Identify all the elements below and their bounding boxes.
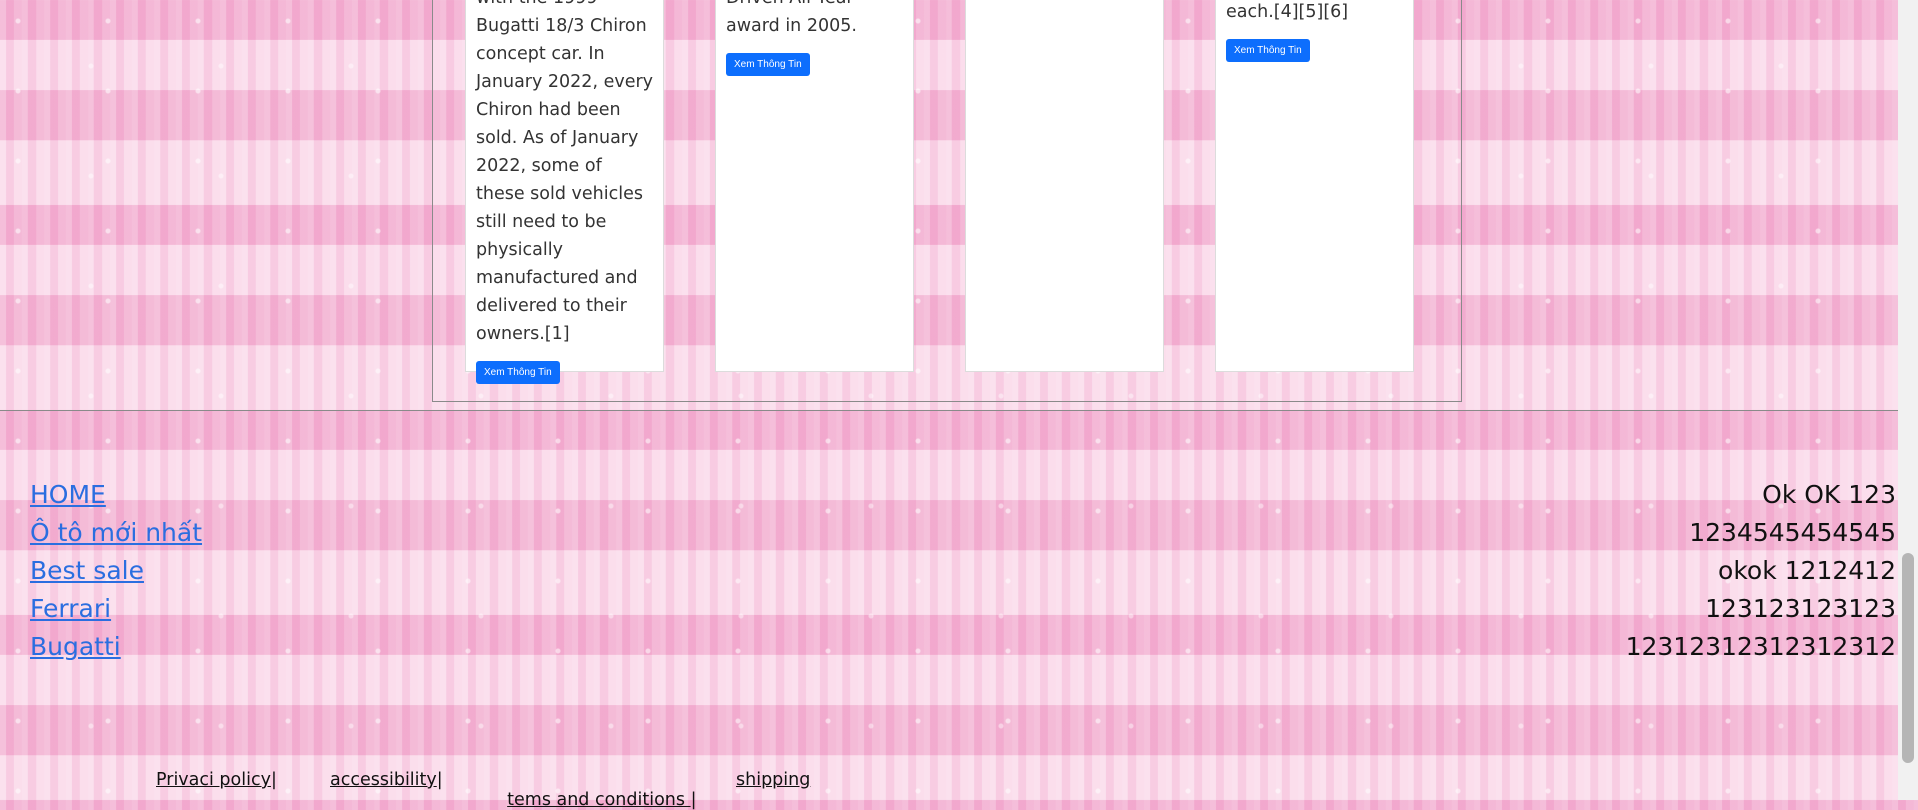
product-card bbox=[965, 0, 1164, 372]
footer-info-line: 123123123123 bbox=[1705, 594, 1896, 623]
footer-link-best-sale[interactable]: Best sale bbox=[30, 552, 202, 590]
separator: | bbox=[690, 790, 697, 810]
terms-link[interactable]: tems and conditions bbox=[507, 790, 690, 810]
separator: | bbox=[270, 770, 277, 790]
accessibility-link[interactable]: accessibility bbox=[330, 770, 437, 790]
footer-link-home[interactable]: HOME bbox=[30, 476, 202, 514]
footer-info-line: Ok OK 123 bbox=[1762, 480, 1896, 509]
view-info-button[interactable]: Xem Thông Tin bbox=[726, 53, 810, 76]
product-card: with the 1999 Bugatti 18/3 Chiron concep… bbox=[465, 0, 664, 384]
separator: | bbox=[436, 770, 443, 790]
legal-shipping: shipping bbox=[736, 770, 810, 790]
privacy-policy-link[interactable]: Privaci policy bbox=[156, 770, 271, 790]
footer-info: Ok OK 123 1234545454545 okok 1212412 123… bbox=[1626, 476, 1896, 666]
legal-accessibility: accessibility| bbox=[330, 770, 443, 790]
footer-info-line: 1234545454545 bbox=[1689, 518, 1896, 547]
product-cards-container: with the 1999 Bugatti 18/3 Chiron concep… bbox=[432, 0, 1462, 402]
legal-terms: tems and conditions | bbox=[496, 770, 696, 810]
card-description: Driven All Year award in 2005. bbox=[726, 0, 857, 36]
product-card: each.[4][5][6] Xem Thông Tin bbox=[1215, 0, 1414, 372]
shipping-link[interactable]: shipping bbox=[736, 770, 810, 790]
footer-nav: HOME Ô tô mới nhất Best sale Ferrari Bug… bbox=[30, 476, 202, 666]
footer-link-newest-cars[interactable]: Ô tô mới nhất bbox=[30, 514, 202, 552]
footer-link-ferrari[interactable]: Ferrari bbox=[30, 590, 202, 628]
view-info-button[interactable]: Xem Thông Tin bbox=[476, 361, 560, 384]
footer-link-bugatti[interactable]: Bugatti bbox=[30, 628, 202, 666]
product-card: Driven All Year award in 2005. Xem Thông… bbox=[715, 0, 914, 372]
footer-info-line: okok 1212412 bbox=[1718, 556, 1896, 585]
view-info-button[interactable]: Xem Thông Tin bbox=[1226, 39, 1310, 62]
scrollbar-thumb[interactable] bbox=[1902, 553, 1914, 763]
page-scrollbar[interactable] bbox=[1898, 0, 1918, 800]
card-description: each.[4][5][6] bbox=[1226, 2, 1349, 22]
legal-privacy: Privaci policy| bbox=[156, 770, 277, 790]
card-description: with the 1999 Bugatti 18/3 Chiron concep… bbox=[476, 0, 654, 344]
footer-divider bbox=[0, 410, 1898, 411]
footer-info-line: 12312312312312312 bbox=[1625, 632, 1896, 661]
